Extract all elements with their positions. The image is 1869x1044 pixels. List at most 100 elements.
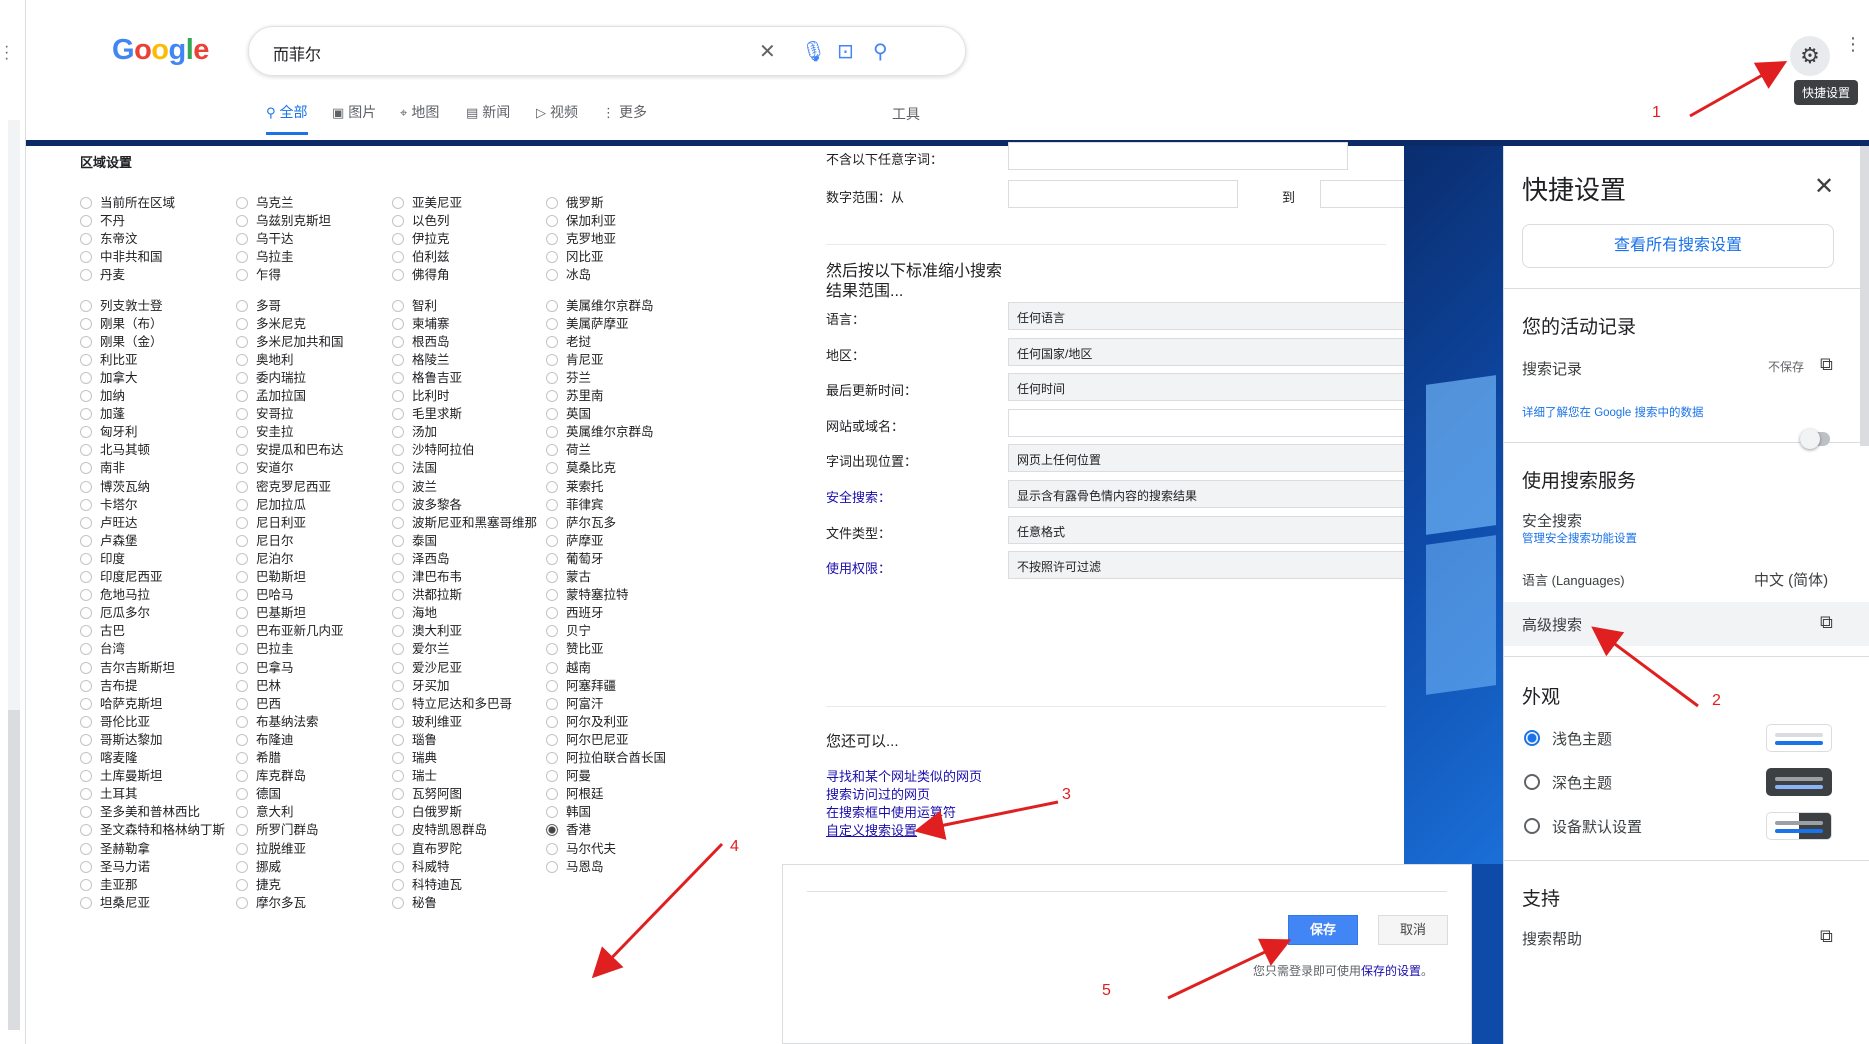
region-option[interactable]: 密克罗尼西亚 <box>236 476 331 495</box>
region-option[interactable]: 蒙古 <box>546 566 591 585</box>
region-option[interactable]: 希腊 <box>236 747 281 766</box>
region-option[interactable]: 意大利 <box>236 801 294 820</box>
region-option[interactable]: 土库曼斯坦 <box>80 765 163 784</box>
region-option[interactable]: 当前所在区域 <box>80 192 175 211</box>
region-option[interactable]: 库克群岛 <box>236 765 306 784</box>
apps-grid-icon[interactable]: ⋮⋮⋮ <box>1844 35 1869 53</box>
region-option[interactable]: 秘鲁 <box>392 892 437 911</box>
open-external-icon[interactable]: ⧉ <box>1820 354 1833 375</box>
region-option[interactable]: 加纳 <box>80 385 125 404</box>
region-option[interactable]: 海地 <box>392 602 437 621</box>
region-option[interactable]: 爱沙尼亚 <box>392 657 462 676</box>
scrollbar-thumb[interactable] <box>1860 146 1869 446</box>
region-option[interactable]: 圣文森特和格林纳丁斯 <box>80 819 225 838</box>
light-theme-radio[interactable] <box>1524 730 1540 746</box>
search-box[interactable]: 而菲尔 ✕ 🎙 ⊡ ⚲ <box>248 26 966 76</box>
region-option[interactable]: 皮特凯恩群岛 <box>392 819 487 838</box>
region-option[interactable]: 台湾 <box>80 638 125 657</box>
region-option[interactable]: 乌兹别克斯坦 <box>236 210 331 229</box>
region-option[interactable]: 萨尔瓦多 <box>546 512 616 531</box>
region-option[interactable]: 卡塔尔 <box>80 494 138 513</box>
region-option[interactable]: 匈牙利 <box>80 421 138 440</box>
region-option[interactable]: 圣马力诺 <box>80 856 150 875</box>
region-option[interactable]: 冰岛 <box>546 264 591 283</box>
region-option[interactable]: 菲律宾 <box>546 494 604 513</box>
save-button[interactable]: 保存 <box>1288 915 1358 945</box>
region-option[interactable]: 厄瓜多尔 <box>80 602 150 621</box>
camera-lens-icon[interactable]: ⊡ <box>837 39 854 64</box>
region-option[interactable]: 越南 <box>546 657 591 676</box>
region-option[interactable]: 保加利亚 <box>546 210 616 229</box>
region-option[interactable]: 利比亚 <box>80 349 138 368</box>
dark-theme-label[interactable]: 深色主题 <box>1552 772 1612 793</box>
dark-theme-radio[interactable] <box>1524 774 1540 790</box>
region-option[interactable]: 阿根廷 <box>546 783 604 802</box>
region-option[interactable]: 泰国 <box>392 530 437 549</box>
region-option[interactable]: 贝宁 <box>546 620 591 639</box>
region-option[interactable]: 沙特阿拉伯 <box>392 439 475 458</box>
region-option[interactable]: 玻利维亚 <box>392 711 462 730</box>
region-option[interactable]: 吉尔吉斯斯坦 <box>80 657 175 676</box>
region-option[interactable]: 格陵兰 <box>392 349 450 368</box>
region-option[interactable]: 阿尔及利亚 <box>546 711 629 730</box>
region-option[interactable]: 尼加拉瓜 <box>236 494 306 513</box>
region-option[interactable]: 土耳其 <box>80 783 138 802</box>
google-logo[interactable]: Google <box>112 34 209 67</box>
region-option[interactable]: 加蓬 <box>80 403 125 422</box>
region-option[interactable]: 刚果（布） <box>80 313 163 332</box>
link-visited-pages[interactable]: 搜索访问过的网页 <box>826 784 930 803</box>
filter-select[interactable]: 任何国家/地区 <box>1008 337 1408 366</box>
region-option[interactable]: 尼日尔 <box>236 530 294 549</box>
region-option[interactable]: 波兰 <box>392 476 437 495</box>
region-option[interactable]: 根西岛 <box>392 331 450 350</box>
region-option[interactable]: 直布罗陀 <box>392 838 462 857</box>
region-option[interactable]: 挪威 <box>236 856 281 875</box>
region-option[interactable]: 巴林 <box>236 675 281 694</box>
region-option[interactable]: 印度尼西亚 <box>80 566 163 585</box>
region-option[interactable]: 阿尔巴尼亚 <box>546 729 629 748</box>
region-option[interactable]: 巴西 <box>236 693 281 712</box>
browser-menu-icon[interactable]: · · · <box>4 39 9 67</box>
link-custom-settings[interactable]: 自定义搜索设置 <box>826 820 917 839</box>
region-option[interactable]: 蒙特塞拉特 <box>546 584 629 603</box>
region-option[interactable]: 列支敦士登 <box>80 295 163 314</box>
search-help-label[interactable]: 搜索帮助 <box>1522 928 1582 949</box>
light-theme-preview[interactable] <box>1766 724 1832 752</box>
region-option[interactable]: 北马其顿 <box>80 439 150 458</box>
filter-select[interactable]: 不按照许可过滤 <box>1008 551 1408 580</box>
region-option[interactable]: 津巴布韦 <box>392 566 462 585</box>
region-option[interactable]: 莱索托 <box>546 476 604 495</box>
region-option[interactable]: 圭亚那 <box>80 874 138 893</box>
filter-select[interactable] <box>1008 408 1408 437</box>
region-option[interactable]: 多米尼克 <box>236 313 306 332</box>
data-info-link[interactable]: 详细了解您在 Google 搜索中的数据 <box>1522 404 1703 420</box>
region-option[interactable]: 美属维尔京群岛 <box>546 295 654 314</box>
tools-button[interactable]: 工具 <box>892 104 920 124</box>
device-default-radio[interactable] <box>1524 818 1540 834</box>
region-option[interactable]: 西班牙 <box>546 602 604 621</box>
open-external-icon[interactable]: ⧉ <box>1820 612 1833 633</box>
region-option[interactable]: 南非 <box>80 457 125 476</box>
microphone-icon[interactable]: 🎙 <box>801 39 826 64</box>
all-settings-button[interactable]: 查看所有搜索设置 <box>1522 224 1834 268</box>
region-option[interactable]: 哈萨克斯坦 <box>80 693 163 712</box>
region-option[interactable]: 孟加拉国 <box>236 385 306 404</box>
region-option[interactable]: 卢森堡 <box>80 530 138 549</box>
open-external-icon[interactable]: ⧉ <box>1820 926 1833 947</box>
region-option[interactable]: 尼泊尔 <box>236 548 294 567</box>
region-option[interactable]: 伊拉克 <box>392 228 450 247</box>
region-option[interactable]: 泽西岛 <box>392 548 450 567</box>
region-option[interactable]: 卢旺达 <box>80 512 138 531</box>
region-option[interactable]: 瑞典 <box>392 747 437 766</box>
filter-select[interactable]: 任何时间 <box>1008 373 1408 402</box>
region-option[interactable]: 哥斯达黎加 <box>80 729 163 748</box>
region-option[interactable]: 苏里南 <box>546 385 604 404</box>
region-option[interactable]: 巴勒斯坦 <box>236 566 306 585</box>
tab-all[interactable]: ⚲ 全部 <box>266 102 308 135</box>
region-option[interactable]: 多米尼加共和国 <box>236 331 344 350</box>
tab-more[interactable]: ⋮ 更多 <box>602 102 647 122</box>
tab-images[interactable]: ▣ 图片 <box>332 102 376 122</box>
region-option[interactable]: 马尔代夫 <box>546 838 616 857</box>
region-option[interactable]: 乌拉圭 <box>236 246 294 265</box>
region-option[interactable]: 尼日利亚 <box>236 512 306 531</box>
